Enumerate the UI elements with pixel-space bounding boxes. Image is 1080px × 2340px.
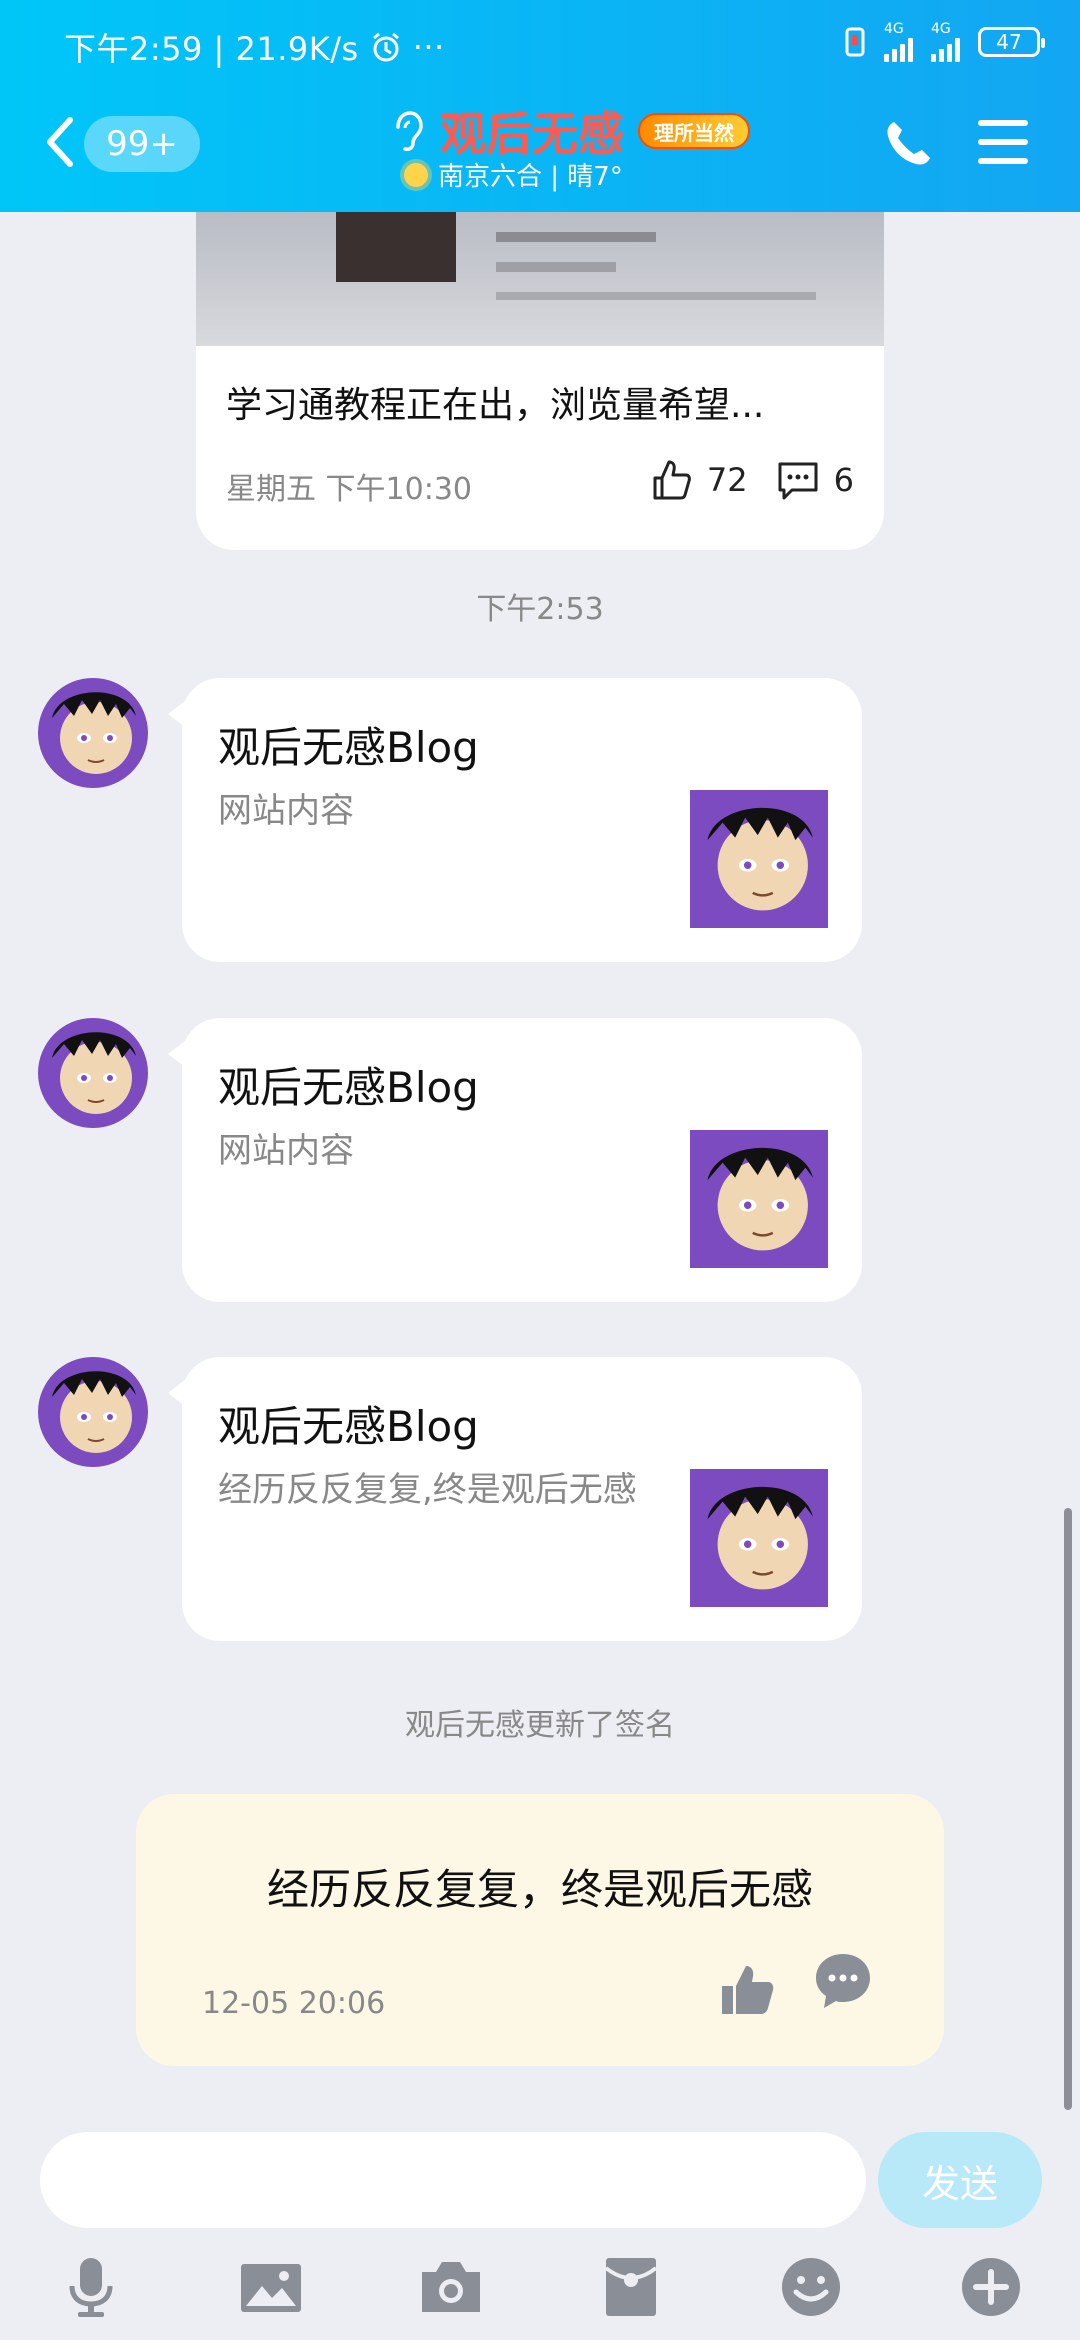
shared-post-time: 星期五 下午10:30: [226, 472, 472, 507]
comment-count: 6: [833, 461, 854, 499]
chat-header: 下午2:59 | 21.9K/s ··· 4G 4G 47 99+ 观后无感 理…: [0, 0, 1080, 212]
signal-2: 4G: [931, 22, 960, 62]
link-card-thumbnail: [690, 1130, 828, 1268]
signature-text: 经历反反复复，终是观后无感: [266, 1865, 813, 1914]
network-type-2: 4G: [931, 21, 951, 37]
location-weather: 南京六合 | 晴7°: [438, 162, 623, 192]
shared-post-stats: 72 6: [649, 458, 854, 502]
image-icon[interactable]: [238, 2254, 304, 2320]
red-packet-icon[interactable]: [598, 2254, 664, 2320]
vip-badge: 理所当然: [638, 113, 750, 149]
battery-level: 47: [996, 30, 1022, 54]
link-card-description: 经历反反复复,终是观后无感: [218, 1470, 637, 1510]
scrollbar[interactable]: [1064, 1508, 1072, 2110]
chat-subtitle: 南京六合 | 晴7°: [404, 156, 623, 193]
comment-bubble-icon[interactable]: [812, 1950, 874, 2012]
send-button[interactable]: 发送: [878, 2132, 1042, 2228]
chat-title: 观后无感: [440, 107, 624, 161]
system-notice: 观后无感更新了签名: [405, 1708, 675, 1743]
shared-post-card[interactable]: 学习通教程正在出，浏览量希望... 星期五 下午10:30 72 6: [196, 212, 884, 550]
signature-time: 12-05 20:06: [202, 1986, 386, 2021]
ear-icon: [396, 111, 423, 151]
avatar[interactable]: [38, 678, 148, 788]
back-arrow-icon[interactable]: [40, 112, 80, 172]
status-more: ···: [412, 28, 445, 66]
chat-timestamp: 下午2:53: [476, 592, 604, 627]
emoji-icon[interactable]: [778, 2254, 844, 2320]
link-card-message[interactable]: 观后无感Blog 经历反反复复,终是观后无感: [168, 1357, 862, 1641]
avatar[interactable]: [38, 1018, 148, 1128]
camera-icon[interactable]: [418, 2254, 484, 2320]
vibrate-icon: [845, 27, 865, 57]
like-count: 72: [706, 461, 748, 499]
signature-card[interactable]: 经历反反复复，终是观后无感 12-05 20:06: [136, 1794, 944, 2066]
shared-post-title: 学习通教程正在出，浏览量希望...: [226, 385, 765, 426]
link-card-thumbnail: [690, 790, 828, 928]
status-bar-left: 下午2:59 | 21.9K/s ···: [64, 24, 445, 70]
sun-icon: [404, 162, 428, 187]
link-card-message[interactable]: 观后无感Blog 网站内容: [168, 678, 862, 962]
phone-icon[interactable]: [880, 116, 936, 172]
link-card-thumbnail: [690, 1469, 828, 1607]
menu-icon[interactable]: [978, 120, 1028, 164]
link-card-title: 观后无感Blog: [218, 723, 479, 772]
network-type-1: 4G: [884, 21, 904, 37]
link-card-description: 网站内容: [218, 791, 354, 831]
link-card-title: 观后无感Blog: [218, 1063, 479, 1112]
status-bar-right: 4G 4G 47: [844, 22, 1045, 62]
microphone-icon[interactable]: [58, 2254, 124, 2320]
thumbs-up-icon[interactable]: [649, 458, 693, 502]
thumbs-up-icon[interactable]: [718, 1960, 778, 2020]
battery-icon: 47: [978, 27, 1045, 57]
comment-icon[interactable]: [776, 458, 820, 502]
message-input[interactable]: [40, 2132, 866, 2228]
chat-title-area[interactable]: 观后无感 理所当然: [390, 98, 750, 164]
alarm-icon: [372, 32, 399, 62]
signal-bars-icon: [931, 36, 960, 62]
unread-count-badge[interactable]: 99+: [84, 116, 200, 172]
signal-bars-icon: [884, 36, 913, 62]
link-card-message[interactable]: 观后无感Blog 网站内容: [168, 1018, 862, 1302]
avatar[interactable]: [38, 1357, 148, 1467]
shared-post-thumbnail: [196, 212, 884, 346]
link-card-title: 观后无感Blog: [218, 1402, 479, 1451]
link-card-description: 网站内容: [218, 1131, 354, 1171]
status-time-speed: 下午2:59 | 21.9K/s: [64, 30, 359, 68]
signal-1: 4G: [884, 22, 913, 62]
plus-icon[interactable]: [958, 2254, 1024, 2320]
